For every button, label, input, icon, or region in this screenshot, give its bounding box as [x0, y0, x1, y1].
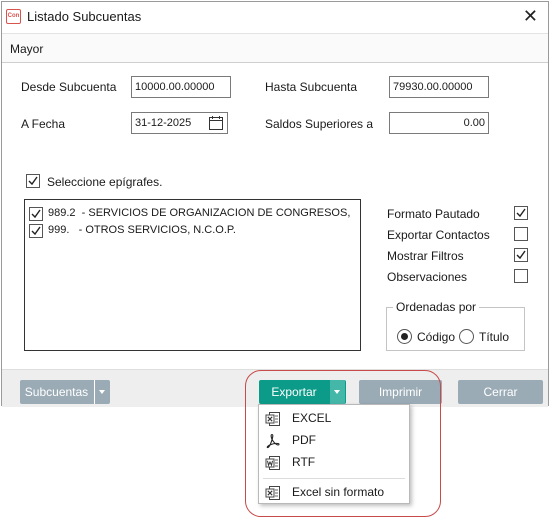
desde-subcuenta-label: Desde Subcuenta — [21, 80, 117, 94]
epigrafes-list[interactable]: 989.2 - SERVICIOS DE ORGANIZACION DE CON… — [24, 199, 361, 351]
menu-item-excel-sin-formato[interactable]: Excel sin formato — [259, 481, 409, 503]
list-item-text: - SERVICIOS DE ORGANIZACION DE CONGRESOS… — [81, 207, 351, 219]
list-item-text: - OTROS SERVICIOS, N.C.O.P. — [75, 224, 236, 236]
observaciones-checkbox[interactable] — [514, 269, 528, 283]
ordenadas-por-title: Ordenadas por — [393, 300, 480, 314]
window-title: Listado Subcuentas — [27, 9, 142, 24]
hasta-subcuenta-input[interactable]: 79930.00.00000 — [389, 76, 489, 98]
chevron-down-icon[interactable] — [94, 380, 110, 404]
ordenadas-por-group: Ordenadas por Código Título — [386, 300, 525, 351]
rtf-icon — [265, 455, 281, 471]
exportar-contactos-label: Exportar Contactos — [387, 228, 490, 242]
hasta-subcuenta-label: Hasta Subcuenta — [265, 80, 358, 94]
titulo-radio[interactable] — [459, 329, 474, 344]
excel-icon — [265, 485, 281, 501]
listado-subcuentas-window: Con Listado Subcuentas ✕ Mayor Desde Sub… — [1, 1, 549, 407]
menu-item-pdf[interactable]: PDF — [259, 429, 409, 451]
titulo-radio-label: Título — [479, 330, 510, 344]
menu-bar: Mayor — [2, 33, 548, 63]
observaciones-label: Observaciones — [387, 270, 468, 284]
menu-item-mayor[interactable]: Mayor — [10, 42, 43, 56]
list-item-checkbox[interactable] — [29, 207, 43, 221]
a-fecha-value: 31-12-2025 — [135, 117, 192, 129]
app-icon: Con — [6, 9, 21, 24]
menu-separator — [263, 478, 405, 479]
exportar-button[interactable]: Exportar — [259, 380, 346, 404]
chevron-down-icon[interactable] — [329, 380, 345, 404]
saldos-superiores-input[interactable]: 0.00 — [389, 112, 489, 134]
desde-subcuenta-input[interactable]: 10000.00.00000 — [131, 76, 231, 98]
formato-pautado-label: Formato Pautado — [387, 207, 480, 221]
menu-item-excel-sin-formato-label: Excel sin formato — [292, 485, 385, 499]
subcuentas-button[interactable]: Subcuentas — [20, 380, 110, 404]
menu-item-rtf[interactable]: RTF — [259, 451, 409, 473]
footer-bar: Subcuentas Exportar Imprimir Cerrar — [2, 369, 548, 407]
mostrar-filtros-label: Mostrar Filtros — [387, 249, 464, 263]
close-icon[interactable]: ✕ — [523, 6, 538, 26]
excel-icon — [265, 411, 281, 427]
menu-item-rtf-label: RTF — [292, 455, 316, 469]
title-bar: Con Listado Subcuentas ✕ — [2, 2, 548, 32]
exportar-button-label: Exportar — [271, 385, 317, 399]
pdf-icon — [265, 433, 281, 449]
a-fecha-label: A Fecha — [21, 117, 66, 131]
list-item-code: 989.2 — [48, 207, 76, 219]
list-item-code: 999. — [48, 224, 70, 236]
exportar-contactos-checkbox[interactable] — [514, 227, 528, 241]
export-dropdown-menu: EXCEL PDF RTF Excel sin formato — [258, 404, 410, 504]
seleccione-epigrafes-checkbox[interactable] — [26, 174, 40, 188]
list-item-checkbox[interactable] — [29, 224, 43, 238]
imprimir-button[interactable]: Imprimir — [359, 380, 442, 404]
a-fecha-input[interactable]: 31-12-2025 — [131, 112, 228, 134]
menu-item-excel-label: EXCEL — [292, 411, 332, 425]
formato-pautado-checkbox[interactable] — [514, 206, 528, 220]
calendar-icon[interactable] — [208, 115, 224, 131]
mostrar-filtros-checkbox[interactable] — [514, 248, 528, 262]
codigo-radio[interactable] — [397, 329, 412, 344]
seleccione-epigrafes-label: Seleccione epígrafes. — [47, 175, 163, 189]
saldos-superiores-label: Saldos Superiores a — [265, 117, 374, 131]
menu-item-pdf-label: PDF — [292, 433, 316, 447]
codigo-radio-label: Código — [417, 330, 456, 344]
subcuentas-button-label: Subcuentas — [24, 385, 89, 399]
menu-item-excel[interactable]: EXCEL — [259, 407, 409, 429]
cerrar-button[interactable]: Cerrar — [458, 380, 543, 404]
